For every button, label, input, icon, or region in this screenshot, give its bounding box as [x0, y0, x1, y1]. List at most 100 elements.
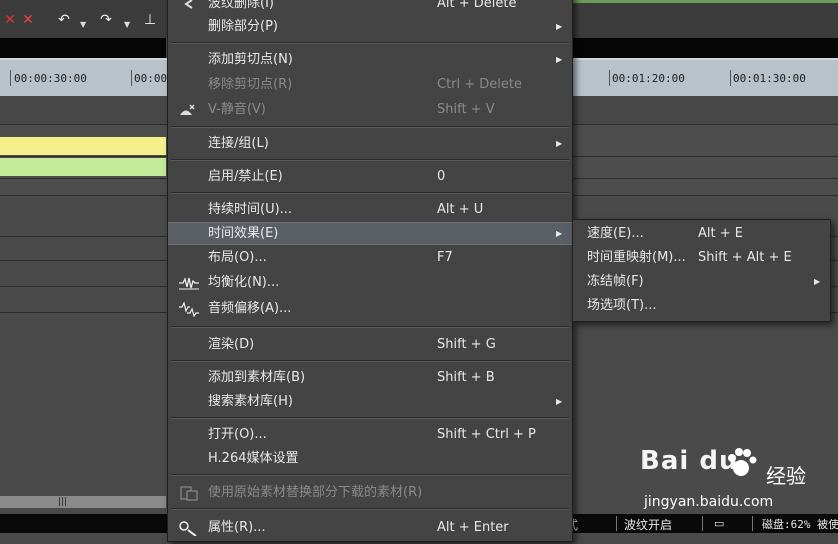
- menu-item-freeze-frame[interactable]: 冻结帧(F) ▶: [573, 271, 830, 293]
- menu-item-label: 启用/禁止(E): [208, 169, 283, 184]
- scrollbar-grip-icon[interactable]: |||: [58, 496, 67, 508]
- menu-item-label: 打开(O)...: [208, 427, 267, 442]
- toolbar-accent-line: [572, 0, 838, 3]
- submenu-arrow-icon: ▶: [814, 277, 821, 286]
- menu-item-search-bin[interactable]: 搜索素材库(H) ▶: [168, 391, 572, 413]
- menu-item-label: 均衡化(N)...: [208, 275, 280, 290]
- menu-item-label: 时间重映射(M)...: [587, 250, 686, 265]
- menu-item-label: 移除剪切点(R): [208, 77, 293, 92]
- submenu-arrow-icon: ▶: [556, 139, 563, 148]
- monitor-icon: ▭: [714, 517, 725, 530]
- menu-item-add-cut-point[interactable]: 添加剪切点(N) ▶: [168, 49, 572, 71]
- undo-icon[interactable]: ↶: [54, 10, 74, 30]
- menu-item-shortcut: Alt + Delete: [437, 0, 517, 11]
- menu-item-shortcut: Alt + Enter: [437, 520, 509, 535]
- menu-item-label: H.264媒体设置: [208, 451, 299, 466]
- menu-item-enable-disable[interactable]: 启用/禁止(E) 0: [168, 166, 572, 188]
- menu-item-label: 冻结帧(F): [587, 274, 644, 289]
- menu-item-time-remap[interactable]: 时间重映射(M)... Shift + Alt + E: [573, 247, 830, 269]
- baidu-jingyan-watermark: Bai du 经验 jingyan.baidu.com: [640, 446, 838, 514]
- redo-dropdown-icon[interactable]: ▼: [124, 20, 130, 29]
- menu-item-speed[interactable]: 速度(E)... Alt + E: [573, 223, 830, 245]
- menu-item-label: 连接/组(L): [208, 136, 269, 151]
- audio-offset-icon: [178, 301, 200, 318]
- menu-item-label: 添加到素材库(B): [208, 370, 306, 385]
- menu-item-shortcut: Alt + E: [698, 226, 743, 241]
- menu-item-label: 添加剪切点(N): [208, 52, 293, 67]
- delete-icon[interactable]: ✕: [18, 10, 38, 30]
- menu-separator: [171, 42, 569, 44]
- waveform-icon: [178, 275, 200, 291]
- ripple-delete-icon[interactable]: ✕: [0, 10, 20, 30]
- submenu-arrow-icon: ▶: [556, 229, 563, 238]
- menu-item-shortcut: Shift + Ctrl + P: [437, 427, 536, 442]
- menu-item-label: 速度(E)...: [587, 226, 644, 241]
- menu-item-open[interactable]: 打开(O)... Shift + Ctrl + P: [168, 424, 572, 446]
- menu-item-field-options[interactable]: 场选项(T)...: [573, 295, 830, 317]
- menu-item-render[interactable]: 渲染(D) Shift + G: [168, 334, 572, 356]
- submenu-arrow-icon: ▶: [556, 397, 563, 406]
- undo-dropdown-icon[interactable]: ▼: [80, 20, 86, 29]
- menu-item-time-effect[interactable]: 时间效果(E) ▶: [168, 222, 572, 245]
- menu-separator: [171, 126, 569, 128]
- menu-item-label: 布局(O)...: [208, 250, 267, 265]
- ruler-tick: [609, 70, 610, 86]
- timeline-clip-video[interactable]: [0, 137, 166, 155]
- menu-item-label: 音频偏移(A)...: [208, 301, 292, 316]
- menu-item-shortcut: Shift + B: [437, 370, 495, 385]
- submenu-arrow-icon: ▶: [556, 55, 563, 64]
- menu-item-label: 渲染(D): [208, 337, 255, 352]
- menu-item-add-to-bin[interactable]: 添加到素材库(B) Shift + B: [168, 367, 572, 389]
- ruler-tick: [10, 70, 11, 86]
- menu-item-label: 时间效果(E): [208, 226, 279, 241]
- watermark-url: jingyan.baidu.com: [644, 494, 774, 510]
- menu-item-label: 删除部分(P): [208, 19, 278, 34]
- menu-item-properties[interactable]: 属性(R)... Alt + Enter: [168, 517, 572, 539]
- menu-item-shortcut: 0: [437, 169, 446, 184]
- mute-icon: [178, 102, 200, 118]
- ruler-timecode: 00:00: [134, 72, 168, 85]
- menu-item-label: 使用原始素材替换部分下载的素材(R): [208, 485, 423, 500]
- paw-icon: [724, 446, 758, 484]
- ruler-tick: [730, 70, 731, 86]
- status-ripple-mode: 波纹开启: [624, 518, 673, 532]
- menu-item-h264-settings[interactable]: H.264媒体设置: [168, 448, 572, 470]
- properties-icon: [178, 520, 200, 537]
- redo-icon[interactable]: ↷: [96, 10, 116, 30]
- context-menu: 波纹删除(I) Alt + Delete 删除部分(P) ▶ 添加剪切点(N) …: [167, 0, 573, 542]
- menu-separator: [171, 417, 569, 419]
- watermark-jingyan: 经验: [766, 464, 806, 488]
- menu-item-layout[interactable]: 布局(O)... F7: [168, 247, 572, 269]
- menu-item-label: 属性(R)...: [208, 520, 266, 535]
- menu-item-duration[interactable]: 持续时间(U)... Alt + U: [168, 199, 572, 221]
- ruler-timecode: 00:01:30:00: [733, 72, 806, 85]
- timeline-scrollbar-thumb[interactable]: [0, 496, 166, 508]
- menu-item-label: 波纹删除(I): [208, 0, 274, 11]
- menu-item-ripple-delete[interactable]: 波纹删除(I) Alt + Delete: [168, 0, 572, 15]
- menu-item-v-mute: V-静音(V) Shift + V: [168, 99, 572, 121]
- status-disk-usage: 磁盘:62% 被使: [762, 518, 838, 531]
- menu-item-remove-cut-point: 移除剪切点(R) Ctrl + Delete: [168, 74, 572, 96]
- menu-separator: [171, 474, 569, 476]
- menu-item-shortcut: Ctrl + Delete: [437, 77, 523, 92]
- ruler-timecode: 00:00:30:00: [14, 72, 87, 85]
- menu-item-shortcut: Shift + Alt + E: [698, 250, 792, 265]
- submenu-arrow-icon: ▶: [556, 22, 563, 31]
- menu-item-delete-part[interactable]: 删除部分(P) ▶: [168, 16, 572, 38]
- timeline-clip-audio[interactable]: [0, 158, 166, 176]
- menu-item-audio-offset[interactable]: 音频偏移(A)...: [168, 298, 572, 320]
- replace-media-icon: [178, 485, 200, 501]
- menu-separator: [171, 159, 569, 161]
- menu-item-shortcut: F7: [437, 250, 453, 265]
- split-icon[interactable]: ⊥: [140, 10, 160, 30]
- menu-item-shortcut: Shift + G: [437, 337, 496, 352]
- menu-item-equalize[interactable]: 均衡化(N)...: [168, 272, 572, 294]
- menu-separator: [171, 508, 569, 510]
- timeline-header-left: [0, 38, 166, 58]
- menu-separator: [171, 326, 569, 328]
- timeline-header-right: [572, 38, 838, 58]
- menu-item-shortcut: Alt + U: [437, 202, 484, 217]
- menu-item-link-group[interactable]: 连接/组(L) ▶: [168, 133, 572, 155]
- ruler-timecode: 00:01:20:00: [612, 72, 685, 85]
- menu-item-label: V-静音(V): [208, 102, 266, 117]
